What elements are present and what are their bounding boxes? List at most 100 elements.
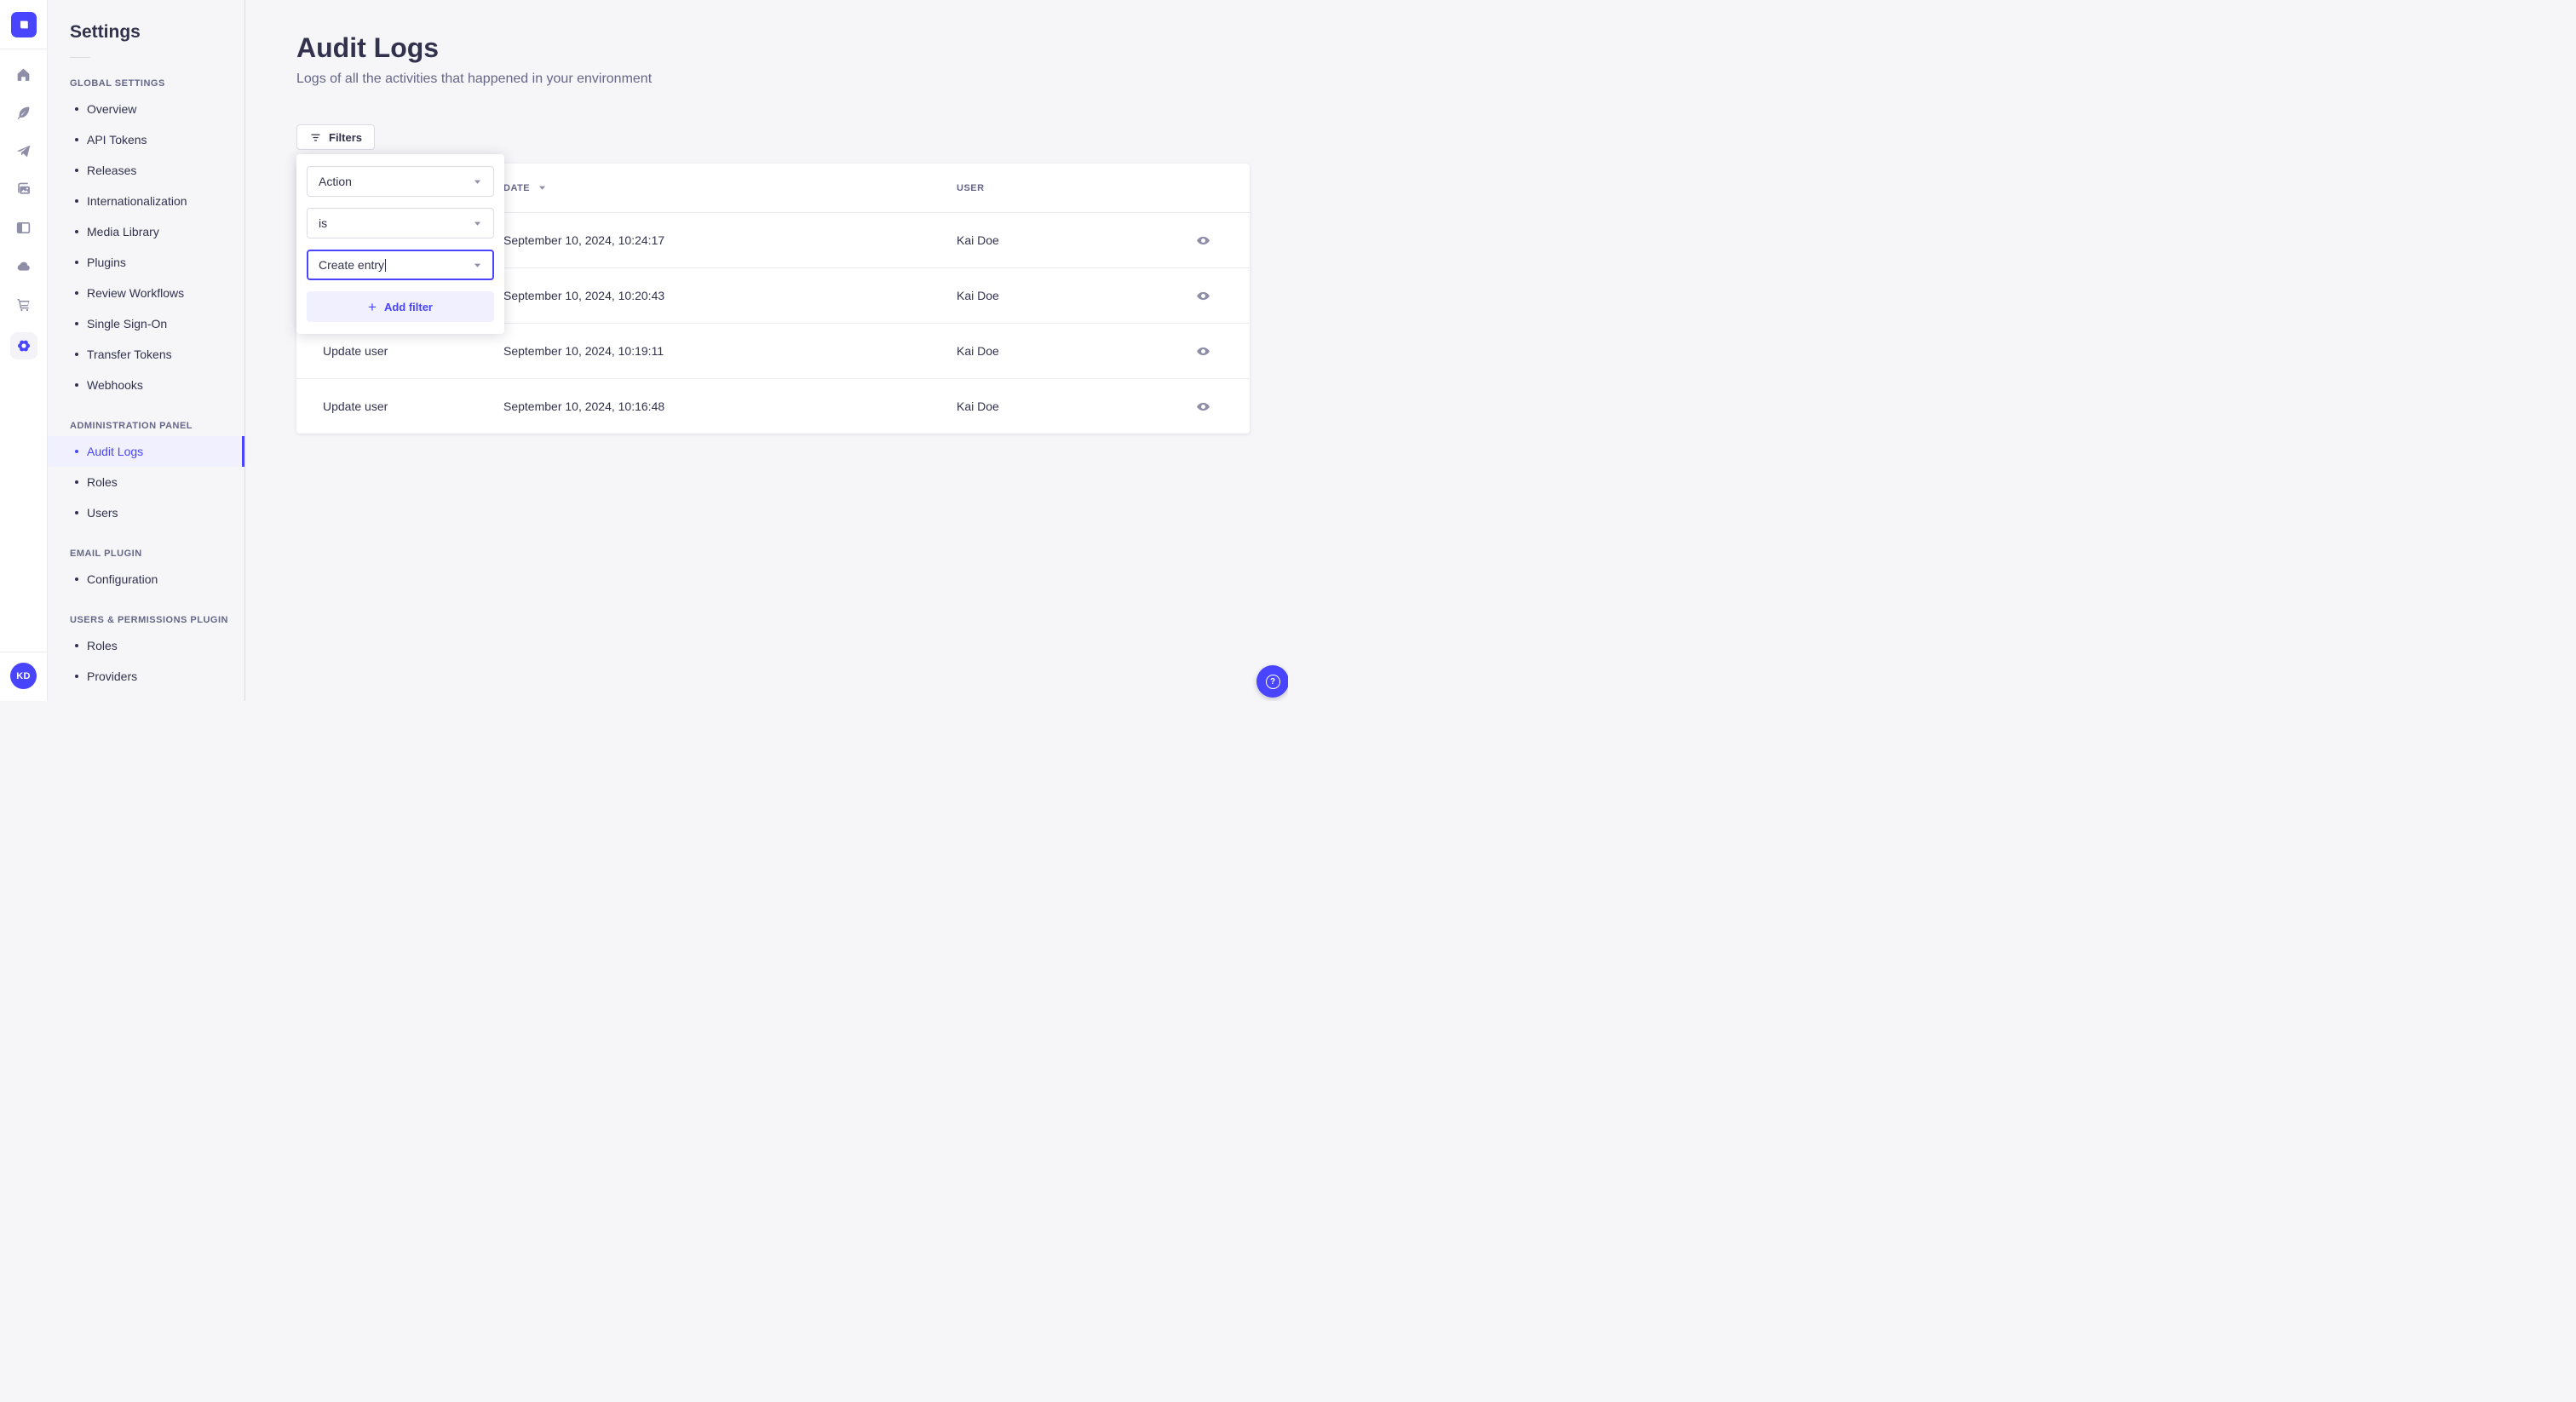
bullet-dot	[75, 169, 78, 172]
sidebar-item-label: Releases	[87, 164, 137, 177]
bullet-dot	[75, 577, 78, 581]
administration-panel-list: Audit Logs Roles Users	[48, 436, 244, 528]
bullet-dot	[75, 291, 78, 295]
add-filter-button[interactable]: + Add filter	[307, 291, 494, 322]
sidebar-item-internationalization[interactable]: Internationalization	[48, 186, 244, 216]
sidebar-item-label: Roles	[87, 475, 118, 489]
text-cursor	[385, 259, 387, 272]
filter-field-value: Action	[319, 175, 352, 188]
strapi-logo-icon[interactable]	[10, 12, 37, 37]
send-icon[interactable]	[14, 141, 34, 161]
cart-icon[interactable]	[14, 294, 34, 314]
users-permissions-list: Roles Providers	[48, 630, 244, 692]
strapi-logo-glyph	[20, 20, 28, 29]
sidebar-item-label: Roles	[87, 639, 118, 652]
filters-button-label: Filters	[329, 130, 363, 144]
sidebar-item-label: Providers	[87, 669, 138, 683]
section-label-users-permissions-plugin: USERS & PERMISSIONS PLUGIN	[70, 615, 228, 625]
home-icon[interactable]	[14, 64, 34, 84]
global-settings-list: Overview API Tokens Releases Internation…	[48, 94, 244, 400]
sidebar-item-configuration[interactable]: Configuration	[48, 564, 244, 595]
eye-icon	[1197, 347, 1210, 355]
filter-popover: Action is Create entry + Add filter	[296, 154, 504, 334]
view-details-button[interactable]	[1194, 398, 1212, 416]
sidebar-item-label: Media Library	[87, 225, 159, 238]
email-plugin-list: Configuration	[48, 564, 244, 595]
bullet-dot	[75, 322, 78, 325]
cell-action: Update user	[323, 399, 388, 413]
sidebar-item-media-library[interactable]: Media Library	[48, 216, 244, 247]
filters-button[interactable]: Filters	[296, 124, 376, 150]
cell-date: September 10, 2024, 10:16:48	[503, 399, 665, 413]
filter-operator-value: is	[319, 216, 328, 230]
bullet-dot	[75, 261, 78, 264]
sidebar-item-releases[interactable]: Releases	[48, 155, 244, 186]
sidebar-item-review-workflows[interactable]: Review Workflows	[48, 278, 244, 308]
cell-date: September 10, 2024, 10:20:43	[503, 289, 665, 302]
sidebar-item-label: Overview	[87, 102, 137, 116]
sidebar-item-transfer-tokens[interactable]: Transfer Tokens	[48, 339, 244, 370]
view-details-button[interactable]	[1194, 232, 1212, 250]
cell-user: Kai Doe	[957, 399, 999, 413]
sidebar-item-label: Audit Logs	[87, 445, 144, 458]
cell-user: Kai Doe	[957, 289, 999, 302]
column-header-date[interactable]: DATE	[503, 183, 957, 193]
eye-icon	[1197, 402, 1210, 411]
add-filter-label: Add filter	[383, 300, 433, 313]
app-screen: KD Settings GLOBAL SETTINGS Overview API…	[0, 0, 1288, 701]
page-title: Audit Logs	[296, 32, 440, 63]
sidebar-item-label: Review Workflows	[87, 286, 185, 300]
cell-action: Update user	[323, 344, 388, 358]
bullet-dot	[75, 383, 78, 387]
view-details-button[interactable]	[1194, 287, 1212, 305]
sidebar-item-admin-users[interactable]: Users	[48, 497, 244, 528]
table-row[interactable]: Update user September 10, 2024, 10:16:48…	[296, 379, 1250, 434]
question-mark-icon: ?	[1265, 674, 1280, 689]
chevron-down-icon	[474, 263, 481, 267]
filter-value-text: Create entry	[319, 258, 387, 272]
layout-icon[interactable]	[14, 217, 34, 238]
feather-icon[interactable]	[14, 102, 34, 123]
bullet-dot	[75, 511, 78, 514]
filter-icon	[311, 133, 320, 141]
sidebar-item-overview[interactable]: Overview	[48, 94, 244, 124]
sidebar-item-up-providers[interactable]: Providers	[48, 661, 244, 692]
sidebar-item-up-roles[interactable]: Roles	[48, 630, 244, 661]
sidebar-item-audit-logs[interactable]: Audit Logs	[48, 436, 244, 467]
filter-operator-select[interactable]: is	[307, 208, 494, 238]
bullet-dot	[75, 644, 78, 647]
sidebar-item-plugins[interactable]: Plugins	[48, 247, 244, 278]
cloud-icon[interactable]	[14, 256, 34, 276]
sidebar-item-label: API Tokens	[87, 133, 147, 147]
help-button[interactable]: ?	[1256, 665, 1288, 698]
sidebar-item-label: Users	[87, 506, 118, 520]
media-icon[interactable]	[14, 179, 34, 199]
bullet-dot	[75, 138, 78, 141]
sidebar-item-label: Plugins	[87, 256, 126, 269]
sort-desc-icon	[539, 186, 546, 190]
filter-field-select[interactable]: Action	[307, 166, 494, 197]
sidebar-item-admin-roles[interactable]: Roles	[48, 467, 244, 497]
plus-icon: +	[368, 298, 377, 315]
sidebar-item-api-tokens[interactable]: API Tokens	[48, 124, 244, 155]
bullet-dot	[75, 450, 78, 453]
sidebar-title-divider	[70, 57, 90, 58]
view-details-button[interactable]	[1194, 342, 1212, 360]
filter-value-select[interactable]: Create entry	[307, 250, 494, 280]
chevron-down-icon	[474, 180, 481, 184]
sidebar-item-label: Single Sign-On	[87, 317, 168, 330]
column-header-user: USER	[957, 182, 985, 193]
bullet-dot	[75, 480, 78, 484]
chevron-down-icon	[474, 221, 481, 226]
sidebar-item-label: Webhooks	[87, 378, 143, 392]
bullet-dot	[75, 675, 78, 678]
icon-rail: KD	[0, 0, 48, 701]
gear-icon[interactable]	[9, 332, 37, 359]
sidebar-item-webhooks[interactable]: Webhooks	[48, 370, 244, 400]
bullet-dot	[75, 199, 78, 203]
cell-date: September 10, 2024, 10:19:11	[503, 344, 664, 358]
sidebar-item-single-sign-on[interactable]: Single Sign-On	[48, 308, 244, 339]
bullet-dot	[75, 107, 78, 111]
cell-user: Kai Doe	[957, 344, 999, 358]
avatar[interactable]: KD	[10, 663, 37, 689]
